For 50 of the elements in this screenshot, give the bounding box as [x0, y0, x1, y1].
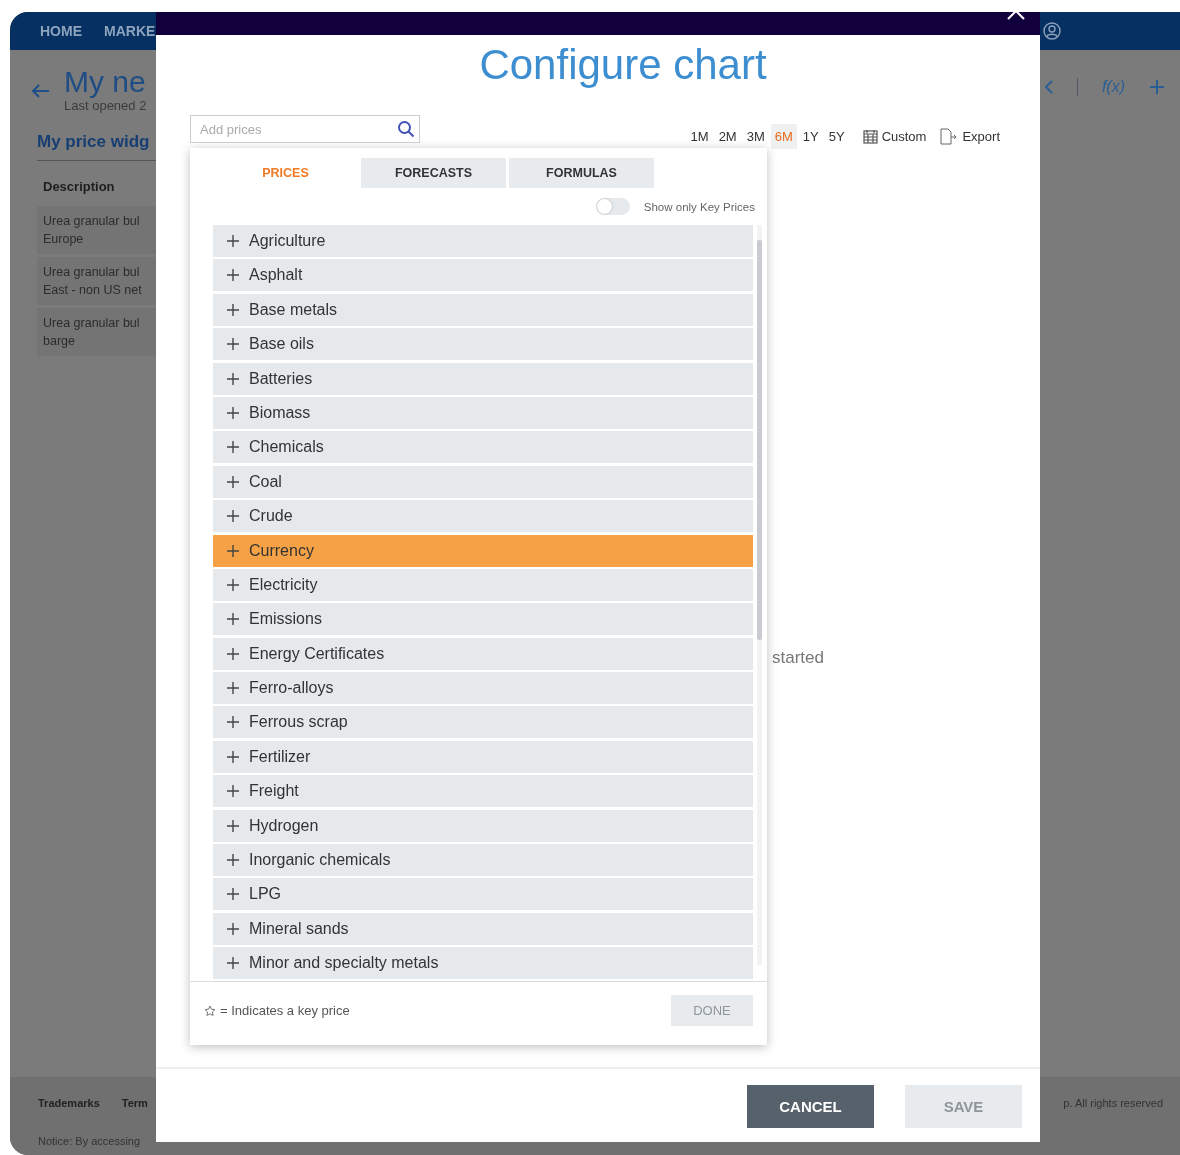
row-text: Urea granular bul	[43, 264, 141, 281]
category-item[interactable]: Ferrous scrap	[213, 706, 753, 739]
category-item[interactable]: Ferro-alloys	[213, 672, 753, 705]
category-item[interactable]: Fertilizer	[213, 740, 753, 773]
category-item[interactable]: Mineral sands	[213, 912, 753, 945]
dialog-title: Configure chart	[478, 40, 768, 90]
export-button[interactable]: Export	[940, 127, 1000, 145]
category-item[interactable]: Asphalt	[213, 259, 753, 292]
category-item[interactable]: Minor and specialty metals	[213, 947, 753, 980]
category-item[interactable]: Batteries	[213, 362, 753, 395]
page-title: My ne	[64, 66, 147, 98]
notice-text: Notice: By accessing	[38, 1135, 142, 1147]
custom-button[interactable]: Custom	[862, 128, 927, 144]
category-item[interactable]: LPG	[213, 878, 753, 911]
cancel-button[interactable]: CANCEL	[747, 1085, 874, 1128]
category-item[interactable]: Chemicals	[213, 431, 753, 464]
status-text: started	[771, 647, 824, 669]
period-tab[interactable]: 1M	[686, 123, 713, 149]
category-item[interactable]: Inorganic chemicals	[213, 844, 753, 877]
column-header: Description	[42, 179, 116, 194]
category-item[interactable]: Energy Certificates	[213, 637, 753, 670]
period-tab[interactable]: 3M	[742, 123, 769, 149]
category-item[interactable]: Agriculture	[213, 225, 753, 257]
row-text: Urea granular bul	[43, 213, 141, 230]
search-field[interactable]: Add prices	[190, 115, 420, 143]
last-opened-text: Last opened 2	[64, 98, 147, 113]
copyright-text: p. All rights reserved	[1063, 1097, 1163, 1109]
row-text: barge	[43, 333, 76, 350]
category-item[interactable]: Coal	[213, 465, 753, 498]
row-text: East - non US net	[43, 282, 143, 299]
period-tab[interactable]: 1Y	[798, 123, 823, 149]
nav-link[interactable]: MARKE	[104, 23, 156, 39]
row-text: Europe	[43, 231, 85, 248]
legend-text: = Indicates a key price	[220, 1003, 350, 1018]
category-item[interactable]: Hydrogen	[213, 809, 753, 842]
period-tab[interactable]: 2M	[714, 123, 741, 149]
tab[interactable]: FORECASTS	[361, 158, 506, 188]
nav-link[interactable]: HOME	[40, 23, 82, 39]
tab[interactable]: FORMULAS	[509, 158, 654, 188]
category-item[interactable]: Electricity	[213, 568, 753, 601]
toggle-label: Show only Key Prices	[643, 200, 755, 213]
period-tab[interactable]: 5Y	[824, 123, 849, 149]
category-item[interactable]: Emissions	[213, 603, 753, 636]
category-item[interactable]: Freight	[213, 775, 753, 808]
category-item[interactable]: Base metals	[213, 293, 753, 326]
category-item[interactable]: Base oils	[213, 328, 753, 361]
category-item[interactable]: Currency	[213, 534, 753, 567]
row-text: Urea granular bul	[43, 315, 141, 332]
category-item[interactable]: Crude	[213, 500, 753, 533]
category-item[interactable]: Biomass	[213, 396, 753, 429]
